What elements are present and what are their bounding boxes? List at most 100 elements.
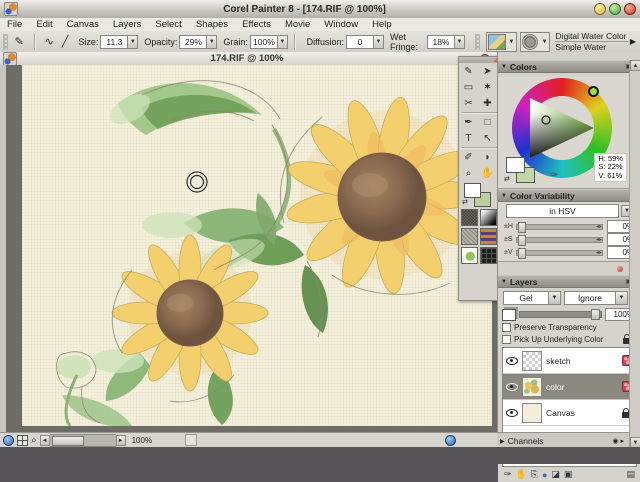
diffusion-input[interactable]: 0 (346, 35, 374, 49)
propbar-grip[interactable] (3, 34, 8, 50)
collapse-icon[interactable]: ▼ (498, 279, 510, 285)
size-input[interactable]: 11.3 (100, 35, 128, 49)
swap-colors-icon[interactable]: ⇄ (462, 198, 468, 206)
brush-tool-icon[interactable]: ✎ (459, 63, 478, 79)
menu-canvas[interactable]: Canvas (60, 19, 106, 30)
collapse-icon[interactable]: ▼ (498, 193, 510, 199)
brush-looks-selector[interactable] (480, 247, 497, 264)
composite-depth-select[interactable]: Ignore▼ (564, 291, 628, 305)
menu-shapes[interactable]: Shapes (189, 19, 235, 30)
variability-v-slider[interactable]: ◂▸ (516, 250, 603, 256)
layers-panel-header[interactable]: ▼ Layers ▣▸ (498, 275, 640, 288)
menu-layers[interactable]: Layers (106, 19, 149, 30)
color-variability-header[interactable]: ▼ Color Variability ▣ (498, 189, 640, 202)
panel-menu-icon[interactable]: ◉▸ (612, 437, 629, 445)
layer-mask-icon[interactable]: ⎘ (531, 469, 538, 480)
grain-spinner[interactable]: ▼ (278, 35, 288, 49)
brush-category-selector[interactable]: ▼ (486, 32, 518, 52)
wet-fringe-spinner[interactable]: ▼ (455, 35, 465, 49)
shape-selection-tool-icon[interactable]: ↖ (478, 130, 497, 146)
menu-edit[interactable]: Edit (29, 19, 59, 30)
drawing-mode-icon[interactable] (3, 435, 14, 446)
straight-stroke-icon[interactable]: ╱ (58, 35, 73, 48)
opacity-spinner[interactable]: ▼ (207, 35, 217, 49)
front-color-swatch[interactable] (464, 183, 481, 198)
grabber-tool-icon[interactable]: ✋ (478, 165, 497, 181)
rect-select-tool-icon[interactable]: ▭ (459, 79, 478, 95)
grid-toggle-icon[interactable] (17, 435, 28, 446)
resize-handle-icon[interactable] (445, 435, 456, 446)
scrollbar-thumb[interactable] (52, 436, 84, 446)
colors-panel-header[interactable]: ▼ Colors ▣▸ (498, 60, 640, 73)
menu-help[interactable]: Help (365, 19, 399, 30)
preserve-transparency-checkbox[interactable] (502, 323, 511, 332)
propbar-grip[interactable] (475, 34, 480, 50)
dynamic-plugin-icon[interactable]: ✑ (504, 469, 512, 480)
layer-adjuster-tool-icon[interactable]: ➤ (478, 63, 497, 79)
grain-input[interactable]: 100% (250, 35, 278, 49)
menu-effects[interactable]: Effects (235, 19, 278, 30)
variability-h-slider[interactable]: ◂▸ (516, 224, 603, 230)
maximize-button[interactable] (609, 3, 621, 15)
minimize-button[interactable] (594, 3, 606, 15)
selection-adjuster-tool-icon[interactable]: ✚ (478, 95, 497, 111)
front-color-swatch[interactable] (506, 157, 525, 173)
text-tool-icon[interactable]: T (459, 130, 478, 146)
wet-fringe-input[interactable]: 18% (427, 35, 455, 49)
scroll-right-icon[interactable]: ► (116, 435, 126, 446)
magic-wand-tool-icon[interactable]: ✶ (478, 79, 497, 95)
freehand-stroke-icon[interactable]: ∿ (41, 35, 58, 48)
collapse-icon[interactable]: ▼ (498, 64, 510, 70)
variability-mode-select[interactable]: in HSV (506, 204, 619, 218)
canvas-paper[interactable] (22, 65, 492, 426)
diffusion-spinner[interactable]: ▼ (374, 35, 384, 49)
toolbox-titlebar[interactable] (459, 57, 499, 63)
delete-layer-icon[interactable]: ▤ (626, 469, 635, 480)
weave-selector[interactable] (480, 228, 497, 245)
close-button[interactable] (624, 3, 636, 15)
sv-triangle[interactable] (530, 98, 596, 158)
menu-window[interactable]: Window (317, 19, 365, 30)
variability-s-slider[interactable]: ◂▸ (516, 237, 603, 243)
flyout-arrow-icon[interactable]: ▶ (630, 37, 636, 46)
collapse-icon[interactable]: ▶ (497, 438, 508, 445)
scroll-up-icon[interactable]: ▲ (630, 60, 640, 71)
pen-tool-icon[interactable]: ✒ (459, 114, 478, 130)
horizontal-scrollbar[interactable]: ◄ ► (40, 435, 126, 446)
menu-select[interactable]: Select (148, 19, 188, 30)
crop-tool-icon[interactable]: ✂ (459, 95, 478, 111)
rect-shape-tool-icon[interactable]: □ (478, 114, 497, 130)
hue-marker[interactable] (588, 86, 599, 97)
layer-opacity-slider[interactable] (519, 311, 602, 318)
adjuster-icon[interactable]: ✋ (516, 469, 527, 480)
layer-row-color[interactable]: color (503, 374, 636, 400)
nozzle-selector[interactable] (461, 247, 478, 264)
pickup-color-checkbox[interactable] (502, 335, 511, 344)
pattern-selector[interactable] (461, 228, 478, 245)
layer-row-canvas[interactable]: Canvas (503, 400, 636, 426)
visibility-eye-icon[interactable] (506, 383, 518, 391)
wet-paint-icon[interactable]: ● (542, 470, 547, 480)
magnifier-tool-icon[interactable]: ⌕ (459, 165, 478, 181)
size-spinner[interactable]: ▼ (128, 35, 138, 49)
new-layer-icon[interactable]: ◪ (551, 469, 560, 480)
visibility-eye-icon[interactable] (506, 409, 518, 417)
menu-movie[interactable]: Movie (278, 19, 317, 30)
swap-colors-icon[interactable]: ⇄ (504, 175, 510, 183)
paper-selector[interactable] (461, 209, 478, 226)
menu-file[interactable]: File (0, 19, 29, 30)
status-button[interactable] (185, 434, 197, 446)
scroll-left-icon[interactable]: ◄ (40, 435, 50, 446)
dropper-tool-icon[interactable]: ✐ (459, 149, 478, 165)
palette-close-button[interactable] (617, 266, 623, 272)
layer-row-sketch[interactable]: sketch (503, 348, 636, 374)
composite-method-select[interactable]: Gel▼ (503, 291, 561, 305)
duplicate-layer-icon[interactable]: ▣ (564, 469, 573, 480)
brush-variant-selector[interactable]: ▼ (520, 32, 550, 52)
dock-scrollbar[interactable]: ▲ ▼ (629, 60, 640, 448)
visibility-eye-icon[interactable] (506, 357, 518, 365)
opacity-input[interactable]: 29% (179, 35, 207, 49)
paint-bucket-tool-icon[interactable]: ◗ (478, 149, 497, 165)
magnifier-status-icon[interactable]: ⌕ (31, 436, 37, 445)
clone-color-icon[interactable]: ✑ (550, 170, 558, 181)
